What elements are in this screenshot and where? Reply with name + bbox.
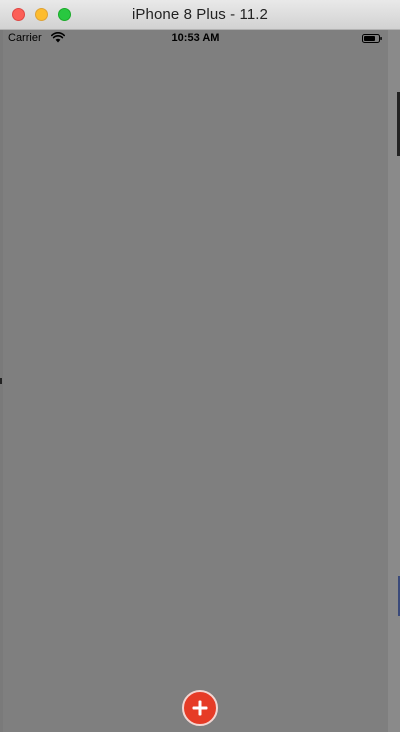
simulator-window: iPhone 8 Plus - 11.2 Carrier 10:53 AM	[0, 0, 400, 732]
battery-icon	[362, 34, 382, 43]
simulator-screen[interactable]: Carrier 10:53 AM	[3, 30, 388, 732]
title-bar[interactable]: iPhone 8 Plus - 11.2	[0, 0, 400, 30]
window-title: iPhone 8 Plus - 11.2	[132, 6, 268, 23]
status-bar: Carrier 10:53 AM	[3, 30, 388, 48]
plus-icon	[192, 700, 208, 716]
edge-mark	[0, 378, 2, 384]
add-button[interactable]	[182, 690, 218, 726]
status-time: 10:53 AM	[171, 32, 220, 44]
